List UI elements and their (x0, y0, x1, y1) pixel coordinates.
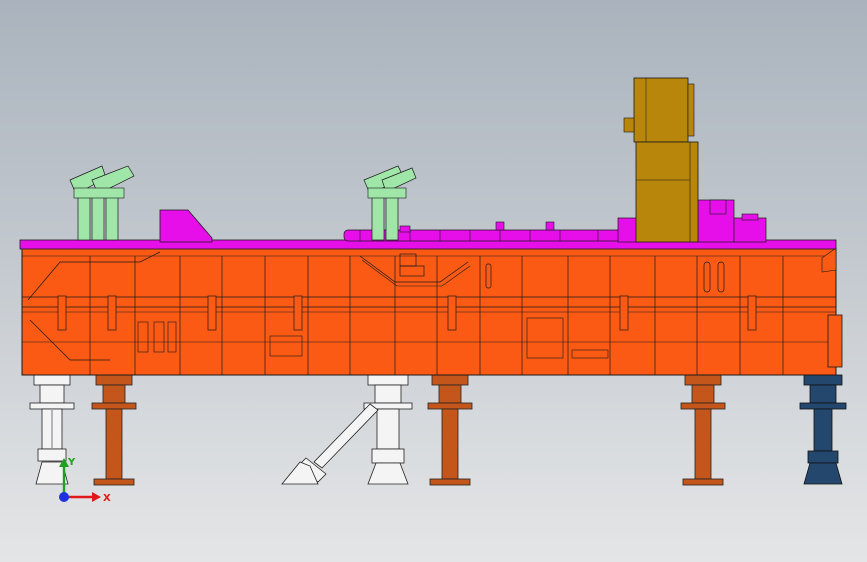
support-legs (29, 374, 847, 486)
base-frame[interactable] (21, 247, 843, 376)
x-axis-arrow-icon (92, 492, 101, 502)
vertical-clamp-left[interactable] (69, 165, 135, 241)
top-plate[interactable] (19, 199, 837, 250)
support-leg-copper-3[interactable] (680, 374, 726, 486)
y-axis-label: Y (67, 457, 76, 468)
support-leg-copper-2[interactable] (427, 374, 473, 486)
axis-triad: X Y (59, 457, 111, 504)
z-axis-dot-icon (59, 492, 69, 502)
graphics-viewport[interactable]: X Y (0, 0, 867, 562)
support-leg-white-middle[interactable] (281, 374, 413, 485)
support-leg-navy[interactable] (799, 374, 847, 485)
cad-model-view[interactable] (0, 0, 867, 562)
x-axis-label: X (103, 493, 111, 504)
actuator-block[interactable] (623, 77, 699, 243)
